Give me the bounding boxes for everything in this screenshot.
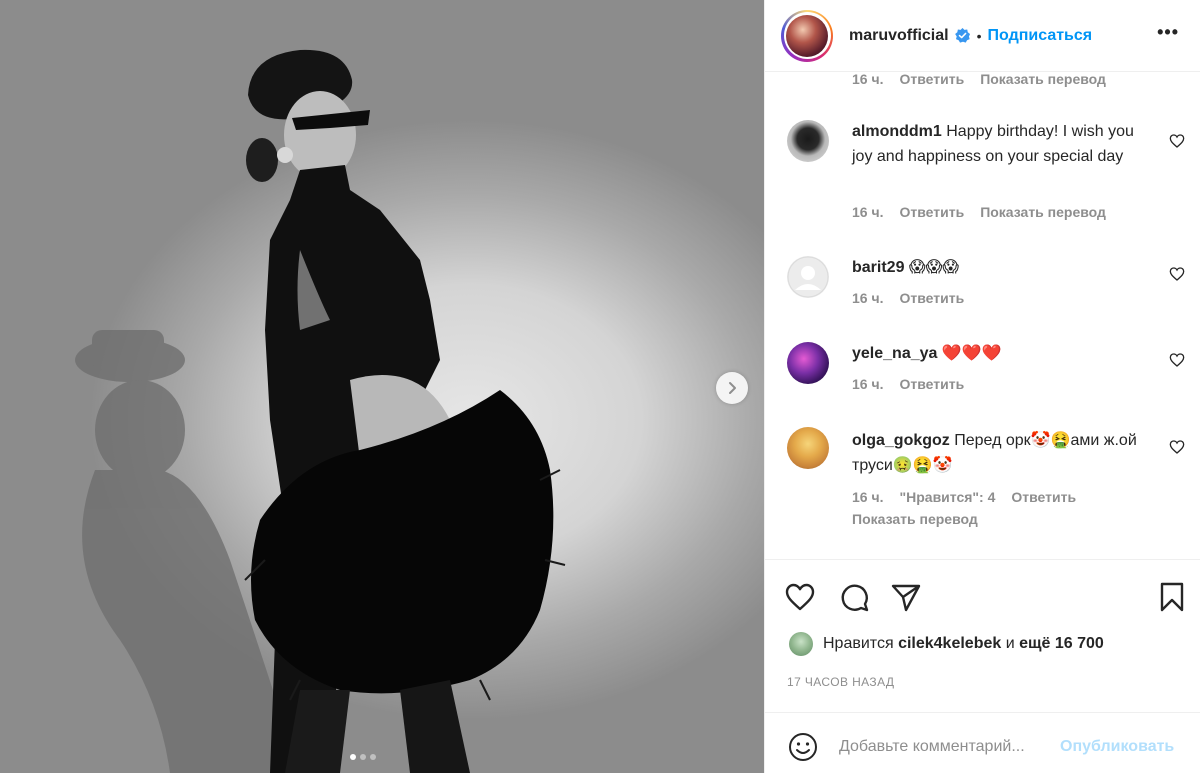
comment-meta: 16 ч. Ответить	[852, 376, 964, 392]
commenter-username[interactable]: yele_na_ya	[852, 345, 937, 362]
comment-text-block: olga_gokgoz Перед орк🤡🤮ами ж.ой труси🤢🤮🤡	[852, 428, 1152, 478]
comment-meta: 16 ч. Ответить Показать перевод	[852, 73, 1106, 87]
comments-list[interactable]: 16 ч. Ответить Показать перевод almonddm…	[765, 73, 1200, 559]
post-photo	[75, 49, 566, 773]
comment-text-block: almonddm1 Happy birthday! I wish you joy…	[852, 119, 1152, 169]
translate-button[interactable]: Показать перевод	[980, 73, 1106, 87]
carousel-dot-active	[350, 754, 356, 760]
commenter-avatar[interactable]	[787, 342, 829, 384]
reply-button[interactable]: Ответить	[899, 73, 964, 87]
post-header: maruvofficial • Подписаться •••	[765, 0, 1200, 72]
carousel-next-button[interactable]	[716, 372, 748, 404]
comment-time: 16 ч.	[852, 204, 884, 220]
likes-summary: Нравится cilek4kelebek и ещё 16 700	[789, 632, 1104, 656]
comment-meta: 16 ч. Ответить Показать перевод	[852, 204, 1106, 220]
like-comment-heart-icon[interactable]	[1169, 439, 1185, 455]
liker-username[interactable]: cilek4kelebek	[898, 635, 1001, 653]
verified-badge-icon	[954, 27, 970, 43]
add-comment-box: Опубликовать	[765, 712, 1200, 773]
comment-text: 😱😱😱	[908, 259, 959, 276]
translate-button[interactable]: Показать перевод	[852, 511, 978, 527]
story-ring[interactable]	[781, 9, 833, 62]
like-comment-heart-icon[interactable]	[1169, 266, 1185, 282]
carousel-dot	[360, 754, 366, 760]
header-separator: •	[976, 27, 982, 44]
likes-middle: и	[1005, 635, 1015, 652]
like-heart-icon[interactable]	[783, 580, 817, 614]
emoji-smiley-icon[interactable]	[787, 731, 819, 763]
comment-meta: 16 ч. Ответить	[852, 290, 964, 306]
carousel-dot	[370, 754, 376, 760]
comment-text-block: barit29 😱😱😱	[852, 255, 1152, 280]
reply-button[interactable]: Ответить	[899, 376, 964, 392]
comment-time: 16 ч.	[852, 73, 884, 87]
reply-button[interactable]: Ответить	[899, 204, 964, 220]
post-side-panel: maruvofficial • Подписаться ••• 16 ч. От…	[764, 0, 1200, 773]
commenter-avatar[interactable]	[787, 256, 829, 298]
comment-input[interactable]	[839, 733, 1057, 761]
author-username[interactable]: maruvofficial	[849, 27, 949, 45]
comment-likes-count[interactable]: "Нравится": 4	[899, 489, 995, 505]
like-comment-heart-icon[interactable]	[1169, 352, 1185, 368]
translate-button[interactable]: Показать перевод	[980, 204, 1106, 220]
like-comment-heart-icon[interactable]	[1169, 133, 1185, 149]
more-options-button[interactable]: •••	[1157, 22, 1179, 43]
default-avatar-icon	[787, 256, 829, 298]
share-paper-plane-icon[interactable]	[889, 580, 923, 614]
comment-time: 16 ч.	[852, 376, 884, 392]
reply-button[interactable]: Ответить	[1011, 489, 1076, 505]
post-timestamp[interactable]: 17 ЧАСОВ НАЗАД	[787, 675, 894, 689]
comment-time: 16 ч.	[852, 290, 884, 306]
liker-avatar[interactable]	[789, 632, 813, 656]
commenter-username[interactable]: barit29	[852, 259, 904, 276]
comment-text-block: yele_na_ya ❤️❤️❤️	[852, 341, 1152, 366]
follow-button[interactable]: Подписаться	[988, 27, 1093, 45]
publish-button[interactable]: Опубликовать	[1060, 738, 1174, 756]
commenter-avatar[interactable]	[787, 120, 829, 162]
comment-text: ❤️❤️❤️	[941, 345, 1002, 362]
comment-meta: 16 ч. "Нравится": 4 Ответить	[852, 489, 1076, 505]
comment-time: 16 ч.	[852, 489, 884, 505]
commenter-username[interactable]: olga_gokgoz	[852, 432, 950, 449]
likes-prefix: Нравится	[823, 635, 894, 652]
commenter-avatar[interactable]	[787, 427, 829, 469]
post-media[interactable]	[0, 0, 764, 773]
carousel-dots	[350, 754, 376, 760]
reply-button[interactable]: Ответить	[899, 290, 964, 306]
bookmark-icon[interactable]	[1155, 580, 1189, 614]
commenter-username[interactable]: almonddm1	[852, 123, 942, 140]
comment-bubble-icon[interactable]	[837, 580, 871, 614]
chevron-right-icon	[729, 382, 736, 394]
likes-count-button[interactable]: ещё 16 700	[1019, 635, 1104, 653]
author-avatar[interactable]	[786, 14, 828, 57]
